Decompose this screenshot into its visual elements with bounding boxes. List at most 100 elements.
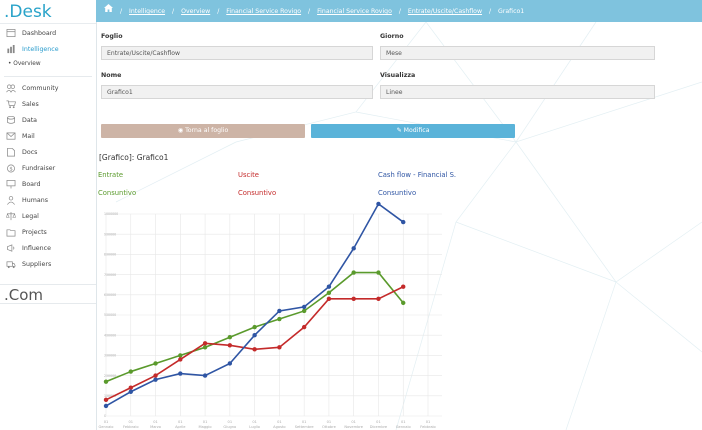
- sidebar-item-data[interactable]: Data: [0, 113, 96, 129]
- sidebar-item-label: Influence: [22, 245, 52, 252]
- data-point-uscite: [128, 385, 133, 390]
- data-point-uscite: [301, 324, 307, 330]
- data-point-uscite: [326, 296, 332, 302]
- sidebar-item-dashboard[interactable]: Dashboard: [0, 26, 96, 42]
- data-point-entrate: [326, 290, 332, 295]
- line-chart: 0100000200000300000400000500000600000700…: [99, 201, 442, 429]
- data-point-cash: [301, 304, 307, 310]
- sidebar-item-label: Suppliers: [22, 261, 52, 268]
- data-point-cash: [376, 201, 381, 207]
- x-tick-prefix: 01: [153, 420, 158, 424]
- x-tick-label: Dicembre: [370, 425, 388, 429]
- breadcrumb-separator: /: [308, 8, 311, 15]
- breadcrumb-sheet[interactable]: Entrate/Uscite/Cashflow: [408, 8, 482, 15]
- sidebar-item-docs[interactable]: Docs: [0, 145, 96, 161]
- breadcrumb-separator: /: [172, 8, 175, 15]
- x-tick-label: Febbraio: [123, 425, 139, 429]
- breadcrumb-overview[interactable]: Overview: [181, 8, 210, 15]
- sidebar-item-influence[interactable]: Influence: [0, 241, 96, 257]
- data-point-uscite: [277, 345, 282, 350]
- sidebar-item-community[interactable]: Community: [0, 81, 96, 97]
- x-tick-prefix: 01: [376, 420, 381, 424]
- data-point-entrate: [351, 270, 356, 275]
- data-point-entrate: [202, 345, 208, 350]
- x-tick-prefix: 01: [228, 420, 233, 424]
- data-point-cash: [401, 219, 406, 225]
- sidebar-item-label: Sales: [22, 101, 39, 108]
- sidebar-item-label: Community: [22, 85, 59, 92]
- data-point-entrate: [153, 361, 158, 366]
- sidebar-item-label: Data: [22, 117, 38, 124]
- sidebar-item-fundraiser[interactable]: $ Fundraiser: [0, 161, 96, 177]
- data-point-uscite: [153, 373, 158, 378]
- sidebar-item-label: Docs: [22, 149, 38, 156]
- svg-text:$: $: [9, 166, 12, 172]
- breadcrumb-intelligence[interactable]: Intelligence: [129, 8, 165, 15]
- com-logo: .Com: [0, 284, 96, 304]
- data-point-uscite: [401, 284, 406, 289]
- x-tick-label: Marzo: [150, 425, 161, 429]
- sidebar-item-sales[interactable]: Sales: [0, 97, 96, 113]
- x-tick-label: Aprile: [175, 425, 186, 429]
- breadcrumb-separator: /: [119, 8, 123, 15]
- data-point-uscite: [202, 341, 208, 346]
- data-point-entrate: [252, 324, 257, 330]
- x-tick-prefix: 01: [178, 420, 183, 424]
- sidebar-divider: [4, 72, 92, 77]
- breadcrumb-separator: /: [398, 8, 401, 15]
- data-point-entrate: [277, 316, 282, 322]
- data-point-uscite: [351, 296, 356, 302]
- sidebar-item-legal[interactable]: Legal: [0, 209, 96, 225]
- sidebar-item-mail[interactable]: Mail: [0, 129, 96, 145]
- data-point-cash: [153, 377, 158, 382]
- sidebar-item-intelligence[interactable]: Intelligence: [0, 42, 96, 58]
- sidebar-item-label: Dashboard: [22, 30, 57, 37]
- main-content: Foglio Entrate/Uscite/Cashflow Giorno Me…: [96, 22, 702, 430]
- data-point-uscite: [252, 347, 257, 352]
- home-icon[interactable]: [104, 0, 113, 22]
- x-tick-label: Luglio: [249, 425, 260, 429]
- data-point-cash: [103, 403, 109, 409]
- data-point-entrate: [103, 379, 109, 384]
- desk-logo[interactable]: .Desk: [0, 0, 96, 24]
- x-tick-label: Gennaio: [99, 425, 114, 429]
- sidebar: .Desk Dashboard Intelligence • Overview Com…: [0, 0, 97, 430]
- data-point-uscite: [376, 296, 381, 302]
- sidebar-item-suppliers[interactable]: Suppliers: [0, 257, 96, 273]
- x-tick-prefix: 01: [351, 420, 356, 424]
- x-tick-label: Gennaio: [396, 425, 411, 429]
- data-point-entrate: [401, 300, 406, 306]
- data-point-uscite: [178, 357, 183, 362]
- x-tick-prefix: 01: [327, 420, 332, 424]
- x-tick-prefix: 01: [302, 420, 307, 424]
- sidebar-item-label: Humans: [22, 197, 48, 204]
- data-point-cash: [227, 361, 233, 366]
- breadcrumb-company-2[interactable]: Financial Service Rovigo: [317, 8, 392, 15]
- sidebar-subitem-overview[interactable]: • Overview: [0, 58, 96, 72]
- sidebar-item-label: Projects: [22, 229, 47, 236]
- x-tick-prefix: 01: [203, 420, 208, 424]
- sidebar-item-label: Fundraiser: [22, 165, 56, 172]
- x-tick-label: Febbraio: [420, 425, 436, 429]
- sidebar-item-projects[interactable]: Projects: [0, 225, 96, 241]
- sidebar-item-label: Mail: [22, 133, 35, 140]
- sidebar-item-label: Intelligence: [22, 46, 59, 53]
- breadcrumb-separator: /: [217, 8, 220, 15]
- sidebar-item-humans[interactable]: Humans: [0, 193, 96, 209]
- data-point-cash: [178, 371, 183, 376]
- x-tick-label: Maggio: [199, 425, 212, 429]
- breadcrumb: / Intelligence / Overview / Financial Se…: [104, 0, 524, 22]
- data-point-cash: [326, 284, 332, 289]
- x-tick-prefix: 01: [104, 420, 109, 424]
- data-point-entrate: [301, 308, 307, 314]
- data-point-uscite: [227, 343, 233, 348]
- sidebar-nav: Dashboard Intelligence • Overview Community…: [0, 26, 96, 273]
- breadcrumb-company[interactable]: Financial Service Rovigo: [226, 8, 301, 15]
- data-point-cash: [128, 389, 133, 394]
- data-point-cash: [252, 333, 257, 338]
- sidebar-item-label: Legal: [22, 213, 39, 220]
- data-point-uscite: [103, 397, 109, 403]
- x-tick-label: Giugno: [223, 425, 236, 429]
- sidebar-item-board[interactable]: Board: [0, 177, 96, 193]
- breadcrumb-separator: /: [488, 8, 492, 15]
